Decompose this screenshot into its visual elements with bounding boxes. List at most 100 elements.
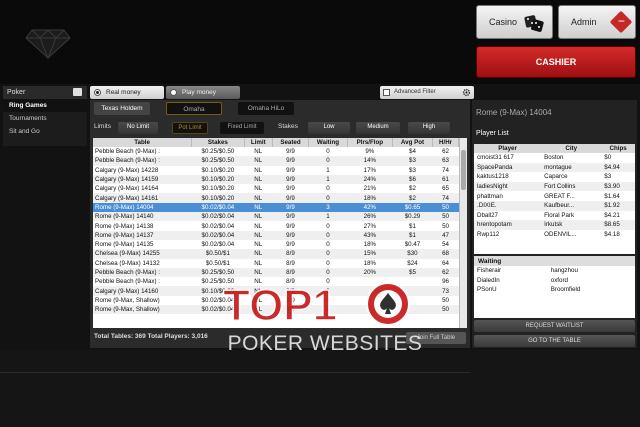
fixed-limit-button[interactable]: Fixed Limit	[220, 122, 264, 134]
tab-omaha-hilo[interactable]: Omaha HiLo	[238, 102, 294, 115]
table-cell: 0	[308, 193, 348, 203]
player-cell: Floral Park	[544, 211, 575, 219]
lobby-table: Table Stakes Limit Seated Waiting Plrs/Flop Av…	[93, 138, 459, 315]
table-row[interactable]: Rome (9-Max) 14135 $0.02/$0.04 NL 9/9 0 18% $0…	[93, 240, 459, 249]
player-cell: Dball27	[477, 211, 498, 219]
lobby-column-header[interactable]: Stakes	[191, 138, 245, 147]
cashier-button[interactable]: CASHIER	[476, 46, 636, 78]
lobby-column-header[interactable]: Seated	[272, 138, 310, 147]
table-row[interactable]: Rome (9-Max) 14004 $0.02/$0.04 NL 9/9 3 42% $0…	[93, 202, 459, 213]
table-cell: $3	[409, 166, 416, 174]
table-cell: 21%	[363, 185, 377, 193]
player-cell: montague	[541, 162, 602, 173]
table-cell: Calgary (9-Max) 14160	[93, 286, 192, 296]
table-cell: Calgary (9-Max) 14161	[93, 193, 192, 203]
player-cell: Fort Collins	[541, 181, 602, 192]
player-cell: SpacePanda	[474, 162, 542, 173]
nav-poker-header[interactable]: Poker	[3, 86, 87, 99]
table-row[interactable]: Pebble Beach (9-Max) : $0.25/$0.50 NL 8/9 0 9…	[93, 277, 459, 286]
table-cell: 9/9	[272, 174, 309, 185]
table-row[interactable]: Rome (9-Max, Shallow) $0.02/$0.04 NL 8/9 0 50	[93, 296, 459, 305]
player-row[interactable]: phattman GREAT F... $1.64	[474, 191, 635, 201]
table-row[interactable]: Calgary (9-Max) 14228 $0.10/$0.20 NL 9/9 1 17…	[93, 166, 459, 175]
table-cell: 0	[326, 185, 330, 193]
table-cell: 26%	[347, 212, 393, 222]
table-cell: 96	[442, 278, 449, 286]
table-row[interactable]: Chelsea (9-Max) 14132 $0.50/$1 NL 8/9 0 18% $2…	[93, 259, 459, 268]
lobby-column-header[interactable]: Avg Pot	[392, 138, 434, 147]
table-row[interactable]: Pebble Beach (9-Max) : $0.25/$0.50 NL 8/9 0 2…	[93, 267, 459, 278]
table-cell: 8/9	[272, 267, 309, 278]
table-cell: $0.10/$0.20	[201, 166, 235, 174]
stakes-medium-button[interactable]: Medium	[356, 122, 400, 134]
lobby-scrollbar[interactable]	[459, 138, 467, 328]
table-cell: NL	[244, 212, 273, 222]
table-cell: NL	[254, 241, 263, 249]
table-cell: 9/9	[286, 148, 295, 156]
table-cell: NL	[254, 222, 263, 230]
stakes-low-button[interactable]: Low	[308, 122, 350, 134]
lobby-table-header: Table Stakes Limit Seated Waiting Plrs/Flop Av…	[93, 138, 459, 147]
scrollbar-thumb[interactable]	[461, 150, 466, 190]
advanced-filter-toggle[interactable]: Advanced Filter	[380, 86, 474, 99]
lobby-column-header[interactable]: Table	[93, 138, 193, 147]
table-row[interactable]: Calgary (9-Max) 14164 $0.10/$0.20 NL 9/9 0 21…	[93, 184, 459, 193]
casino-button[interactable]: Casino	[476, 5, 553, 39]
gear-icon[interactable]	[462, 88, 471, 97]
player-row[interactable]: hrentopotam Irkutsk $8.65	[474, 220, 635, 230]
no-limit-button[interactable]: No Limit	[118, 122, 158, 134]
table-cell: 24%	[347, 174, 393, 185]
table-row[interactable]: Rome (9-Max) 14137 $0.02/$0.04 NL 9/9 0 43% $1…	[93, 230, 459, 240]
table-cell: 65	[442, 185, 449, 193]
dice-icon	[524, 15, 544, 32]
table-row[interactable]: Rome (9-Max) 14138 $0.02/$0.04 NL 9/9 0 27% $1…	[93, 221, 459, 230]
table-row[interactable]: Calgary (9-Max) 14160 $0.10/$0.20 NL 8/9 0 73	[93, 286, 459, 296]
table-cell: Pebble Beach (9-Max) :	[95, 278, 160, 286]
table-cell: NL	[244, 202, 273, 213]
go-to-table-button[interactable]: GO TO THE TABLE	[474, 335, 635, 347]
lobby-column-header[interactable]: H/Hr	[432, 138, 459, 147]
player-list-header: Player City Chips	[474, 144, 635, 153]
nav-item-tournaments[interactable]: Tournaments	[3, 112, 87, 125]
table-cell: 15%	[347, 249, 393, 259]
table-cell: $0.02/$0.04	[191, 230, 245, 240]
pot-limit-button[interactable]: Pot Limit	[172, 122, 208, 134]
waiting-cell: DialedIn	[477, 276, 500, 284]
tab-omaha[interactable]: Omaha	[166, 102, 222, 115]
table-row[interactable]: Pebble Beach (9-Max) : $0.25/$0.50 NL 9/9 0 9…	[93, 147, 459, 156]
real-money-tab[interactable]: Real money	[90, 86, 164, 99]
table-row[interactable]: Rome (9-Max, Shallow) $0.02/$0.04 NL 8/9 0 50	[93, 305, 459, 315]
table-row[interactable]: Pebble Beach (9-Max) : $0.25/$0.50 NL 9/9 0 1…	[93, 156, 459, 166]
player-row[interactable]: Rwp112 ODENVIL... $4.18	[474, 230, 635, 240]
table-row[interactable]: Calgary (9-Max) 14159 $0.10/$0.20 NL 9/9 1 24…	[93, 174, 459, 185]
table-cell: 47	[432, 230, 459, 240]
request-waitlist-button[interactable]: REQUEST WAITLIST	[474, 320, 635, 332]
lobby-column-header[interactable]: Waiting	[308, 138, 348, 147]
table-cell: $0.10/$0.20	[191, 193, 245, 203]
player-cell: ladiesNight	[474, 181, 542, 192]
lobby-column-header[interactable]: Limit	[244, 138, 273, 147]
player-cell: ODENVIL...	[544, 231, 577, 239]
player-row[interactable]: cmoist31 617 Boston $0	[474, 153, 635, 163]
player-row[interactable]: SpacePanda montague $4.94	[474, 162, 635, 173]
table-row[interactable]: Calgary (9-Max) 14161 $0.10/$0.20 NL 9/9 0 18…	[93, 193, 459, 203]
table-cell: 0	[326, 241, 330, 249]
table-cell: NL	[244, 156, 273, 166]
play-money-tab[interactable]: Play money	[166, 86, 240, 99]
table-cell: 0	[308, 230, 348, 240]
player-row[interactable]: ladiesNight Fort Collins $3.90	[474, 181, 635, 192]
radio-icon	[170, 89, 177, 96]
player-row[interactable]: kaktus1218 Caparce $3	[474, 172, 635, 182]
tab-texas-holdem[interactable]: Texas Holdem	[94, 102, 150, 115]
player-row[interactable]: .DIXIE. Kaufbeur... $1.92	[474, 200, 635, 211]
lobby-column-header[interactable]: Plrs/Flop	[347, 138, 393, 147]
table-cell: $6	[392, 174, 433, 185]
admin-button[interactable]: Admin	[558, 5, 636, 39]
join-full-table-button[interactable]: Join Full Table	[406, 332, 466, 344]
nav-item-sit-and-go[interactable]: Sit and Go	[3, 125, 87, 138]
table-row[interactable]: Chelsea (9-Max) 14255 $0.50/$1 NL 8/9 0 15% $3…	[93, 249, 459, 259]
stakes-high-button[interactable]: High	[408, 122, 450, 134]
table-row[interactable]: Rome (9-Max) 14140 $0.02/$0.04 NL 9/9 1 26% $0…	[93, 212, 459, 222]
player-row[interactable]: Dball27 Floral Park $4.21	[474, 211, 635, 221]
nav-item-ring-games[interactable]: Ring Games	[3, 99, 87, 112]
